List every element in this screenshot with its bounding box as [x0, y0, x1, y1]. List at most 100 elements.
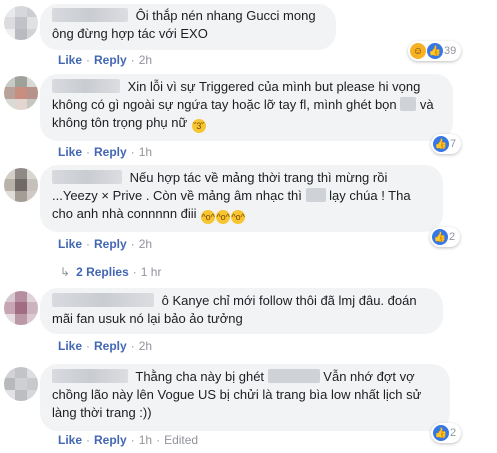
timestamp[interactable]: 2h	[139, 237, 152, 251]
haha-icon: ☺	[410, 43, 426, 59]
timestamp[interactable]: 1h	[139, 145, 152, 159]
reply-button[interactable]: Reply	[94, 53, 127, 67]
avatar-tile	[15, 389, 27, 401]
like-button[interactable]: Like	[58, 339, 82, 353]
avatar-tile	[26, 291, 38, 303]
laughing-emoji-icon: ^o^	[216, 210, 231, 224]
timestamp[interactable]: 2h	[139, 53, 152, 67]
redacted-text	[267, 369, 320, 383]
like-button[interactable]: Like	[58, 145, 82, 159]
avatar-tile	[4, 291, 16, 303]
avatar-tile	[26, 17, 38, 29]
avatar-tile	[4, 168, 16, 180]
avatar-tile	[15, 190, 27, 202]
avatar-tile	[15, 87, 27, 99]
timestamp[interactable]: 1h	[139, 433, 152, 447]
view-replies[interactable]: ↳ 2 Replies · 1 hr	[60, 265, 161, 279]
comment-bubble: Thằng cha này bị ghét Vẫn nhớ đợt vợ chồ…	[40, 364, 450, 431]
redacted-text	[400, 97, 417, 111]
avatar-tile	[26, 98, 38, 110]
avatar[interactable]	[4, 6, 38, 40]
avatar-tile	[4, 302, 16, 314]
avatar-tile	[26, 302, 38, 314]
comment-bubble: Nếu hợp tác về mảng thời trang thì mừng …	[40, 165, 443, 232]
author-name-redacted[interactable]	[52, 8, 128, 22]
avatar-tile	[15, 76, 27, 88]
avatar-tile	[26, 87, 38, 99]
avatar-tile	[15, 302, 27, 314]
comment-actions: Like · Reply · 1h	[58, 145, 153, 159]
avatar-tile	[15, 17, 27, 29]
avatar-tile	[15, 98, 27, 110]
avatar-tile	[4, 6, 16, 18]
reply-button[interactable]: Reply	[94, 237, 127, 251]
comment-bubble: ô Kanye chỉ mới follow thôi đã lmj đâu. …	[40, 288, 443, 334]
author-name-redacted[interactable]	[52, 79, 120, 93]
reply-arrow-icon: ↳	[60, 265, 71, 279]
reply-button[interactable]: Reply	[94, 433, 127, 447]
replies-link[interactable]: 2 Replies	[76, 265, 129, 279]
reaction-summary[interactable]: 👍 2	[430, 227, 461, 247]
kissing-face-icon: ˘3˘	[191, 119, 206, 133]
avatar-tile	[4, 313, 16, 325]
avatar[interactable]	[4, 168, 38, 202]
laughing-emoji-icon: ^o^	[201, 210, 216, 224]
comment-bubble: Ôi thắp nén nhang Gucci mong ông đừng hợ…	[40, 4, 336, 50]
comment-actions: Like · Reply · 2h	[58, 339, 153, 353]
avatar-tile	[15, 168, 27, 180]
like-icon: 👍	[432, 229, 448, 245]
avatar-tile	[26, 313, 38, 325]
avatar-tile	[15, 6, 27, 18]
like-icon: 👍	[433, 425, 449, 441]
avatar-tile	[26, 6, 38, 18]
reaction-count: 2	[450, 427, 457, 439]
avatar-tile	[4, 378, 16, 390]
like-button[interactable]: Like	[58, 433, 82, 447]
reply-button[interactable]: Reply	[94, 145, 127, 159]
avatar[interactable]	[4, 76, 38, 110]
avatar[interactable]	[4, 291, 38, 325]
avatar-tile	[4, 98, 16, 110]
like-icon: 👍	[433, 136, 449, 152]
reaction-count: 2	[449, 231, 456, 243]
avatar-tile	[15, 28, 27, 40]
edited-label[interactable]: Edited	[164, 433, 198, 447]
avatar-tile	[15, 378, 27, 390]
avatar[interactable]	[4, 367, 38, 401]
avatar-tile	[15, 291, 27, 303]
reaction-summary[interactable]: 👍 2	[431, 423, 462, 443]
reaction-count: 39	[444, 45, 457, 57]
avatar-tile	[26, 190, 38, 202]
author-name-redacted[interactable]	[52, 293, 154, 307]
avatar-tile	[26, 168, 38, 180]
comment-actions: Like · Reply · 2h	[58, 53, 153, 67]
like-icon: 👍	[427, 43, 443, 59]
reply-button[interactable]: Reply	[94, 339, 127, 353]
like-button[interactable]: Like	[58, 53, 82, 67]
like-button[interactable]: Like	[58, 237, 82, 251]
avatar-tile	[4, 190, 16, 202]
avatar-tile	[4, 17, 16, 29]
author-name-redacted[interactable]	[52, 170, 122, 184]
redacted-text	[305, 188, 326, 202]
avatar-tile	[4, 389, 16, 401]
avatar-tile	[26, 367, 38, 379]
avatar-tile	[4, 28, 16, 40]
reaction-count: 7	[450, 138, 457, 150]
reaction-summary[interactable]: 👍 7	[431, 134, 462, 154]
avatar-tile	[26, 76, 38, 88]
avatar-tile	[15, 367, 27, 379]
avatar-tile	[26, 28, 38, 40]
author-name-redacted[interactable]	[52, 369, 128, 383]
reaction-summary[interactable]: ☺ 👍 39	[408, 41, 462, 61]
comment-bubble: Xin lỗi vì sự Triggered của mình but ple…	[40, 74, 453, 141]
timestamp[interactable]: 2h	[139, 339, 152, 353]
avatar-tile	[15, 179, 27, 191]
avatar-tile	[4, 87, 16, 99]
comment-actions: Like · Reply · 2h	[58, 237, 153, 251]
laughing-emoji-icon: ^o^	[231, 210, 246, 224]
avatar-tile	[26, 179, 38, 191]
avatar-tile	[26, 378, 38, 390]
avatar-tile	[15, 313, 27, 325]
avatar-tile	[4, 76, 16, 88]
